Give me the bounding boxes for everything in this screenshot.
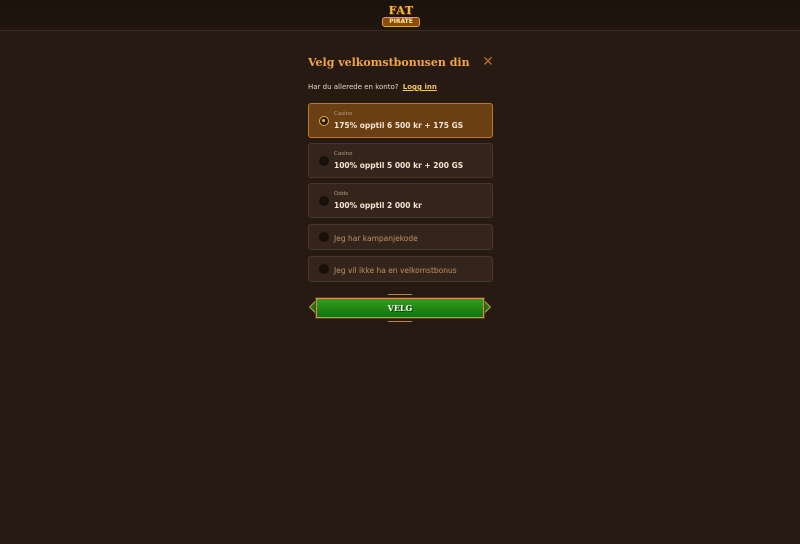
- velg-button[interactable]: VELG: [315, 297, 485, 319]
- option-category: Odds: [334, 191, 349, 197]
- login-prompt: Har du allerede en konto? Logg inn: [308, 83, 437, 91]
- bonus-option-odds-100[interactable]: Odds 100% opptil 2 000 kr: [308, 183, 493, 218]
- velg-button-wrapper: VELG: [308, 294, 492, 324]
- option-label: Jeg vil ikke ha en velkomstbonus: [334, 266, 457, 275]
- radio-icon[interactable]: [319, 232, 329, 242]
- option-category: Casino: [334, 111, 353, 117]
- logo-text-bottom: PIRATE: [382, 17, 420, 27]
- bonus-option-casino-175[interactable]: Casino 175% opptil 6 500 kr + 175 GS: [308, 103, 493, 138]
- bonus-option-no-bonus[interactable]: Jeg vil ikke ha en velkomstbonus: [308, 256, 493, 282]
- option-label: 100% opptil 5 000 kr + 200 GS: [334, 161, 464, 170]
- option-category: Casino: [334, 151, 353, 157]
- radio-icon[interactable]: [319, 196, 329, 206]
- radio-selected-icon[interactable]: [319, 116, 329, 126]
- option-label: 175% opptil 6 500 kr + 175 GS: [334, 121, 464, 130]
- option-label: 100% opptil 2 000 kr: [334, 201, 422, 210]
- ornament-top: [388, 294, 412, 297]
- close-icon[interactable]: ✕: [481, 55, 495, 69]
- login-link[interactable]: Logg inn: [403, 83, 437, 91]
- modal-title: Velg velkomstbonusen din: [308, 56, 470, 69]
- ornament-bottom: [388, 321, 412, 324]
- fat-pirate-logo[interactable]: FAT PIRATE: [380, 5, 422, 27]
- radio-icon[interactable]: [319, 156, 329, 166]
- bonus-option-casino-100[interactable]: Casino 100% opptil 5 000 kr + 200 GS: [308, 143, 493, 178]
- option-label: Jeg har kampanjekode: [334, 234, 418, 243]
- bonus-option-campaign-code[interactable]: Jeg har kampanjekode: [308, 224, 493, 250]
- logo-text-top: FAT: [388, 4, 414, 17]
- top-bar: FAT PIRATE: [0, 0, 800, 31]
- radio-icon[interactable]: [319, 264, 329, 274]
- login-prompt-text: Har du allerede en konto?: [308, 83, 399, 91]
